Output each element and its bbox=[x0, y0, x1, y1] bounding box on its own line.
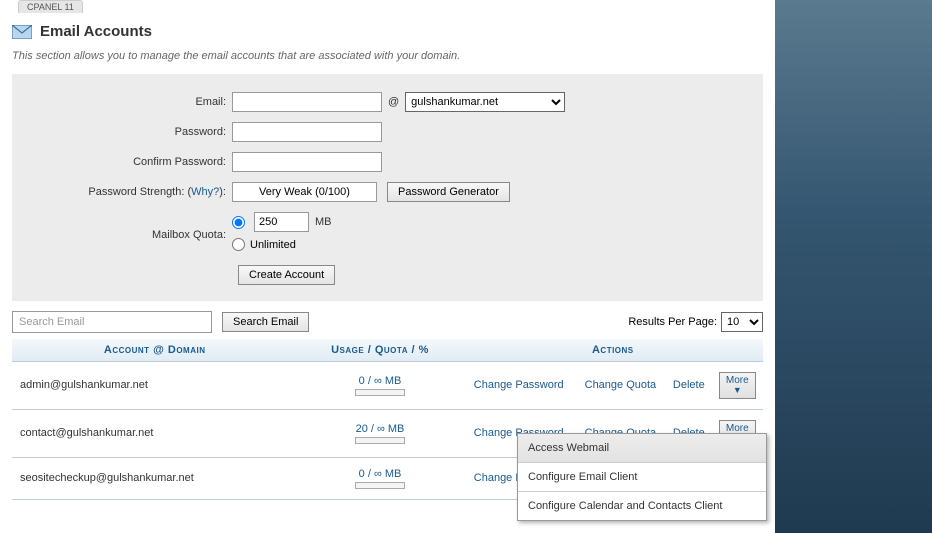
quota-size-input[interactable] bbox=[254, 212, 309, 232]
mail-icon bbox=[12, 25, 32, 39]
usage-meter bbox=[355, 389, 405, 396]
intro-text: This section allows you to manage the em… bbox=[6, 46, 769, 74]
quota-unlimited-label: Unlimited bbox=[250, 239, 296, 251]
domain-select[interactable]: gulshankumar.net bbox=[405, 92, 565, 112]
main-panel: CPANEL 11 Email Accounts This section al… bbox=[0, 0, 775, 533]
quota-unit: MB bbox=[315, 216, 332, 228]
change-password-link[interactable]: Change Password bbox=[474, 378, 564, 392]
create-account-button[interactable]: Create Account bbox=[238, 265, 335, 285]
confirm-password-input[interactable] bbox=[232, 152, 382, 172]
chevron-down-icon: ▼ bbox=[726, 386, 749, 396]
col-account[interactable]: Account @ Domain bbox=[12, 339, 297, 362]
more-dropdown: Access Webmail Configure Email Client Co… bbox=[517, 433, 767, 521]
table-row: admin@gulshankumar.net 0 / ∞ MB Change P… bbox=[12, 362, 763, 410]
usage-cell: 20 / ∞ MB bbox=[297, 409, 462, 457]
delete-link[interactable]: Delete bbox=[673, 378, 705, 392]
strength-label: Password Strength: (Why?): bbox=[22, 186, 232, 198]
more-button[interactable]: More▼ bbox=[719, 372, 756, 399]
strength-meter: Very Weak (0/100) bbox=[232, 182, 377, 202]
page-title: Email Accounts bbox=[40, 23, 152, 40]
account-cell: seositecheckup@gulshankumar.net bbox=[12, 457, 297, 499]
confirm-password-label: Confirm Password: bbox=[22, 156, 232, 168]
search-email-input[interactable] bbox=[12, 311, 212, 333]
password-generator-button[interactable]: Password Generator bbox=[387, 182, 510, 202]
email-input[interactable] bbox=[232, 92, 382, 112]
col-usage[interactable]: Usage / Quota / % bbox=[297, 339, 462, 362]
col-actions: Actions bbox=[463, 339, 763, 362]
at-symbol: @ bbox=[388, 96, 399, 108]
usage-cell: 0 / ∞ MB bbox=[297, 457, 462, 499]
cpanel-tab: CPANEL 11 bbox=[18, 0, 83, 13]
quota-label: Mailbox Quota: bbox=[22, 229, 232, 241]
usage-cell: 0 / ∞ MB bbox=[297, 362, 462, 410]
dropdown-configure-email-client[interactable]: Configure Email Client bbox=[518, 463, 766, 492]
usage-meter bbox=[355, 482, 405, 489]
results-per-page-select[interactable]: 10 bbox=[721, 312, 763, 332]
usage-meter bbox=[355, 437, 405, 444]
search-bar: Search Email Results Per Page: 10 bbox=[12, 311, 763, 333]
account-cell: contact@gulshankumar.net bbox=[12, 409, 297, 457]
search-email-button[interactable]: Search Email bbox=[222, 312, 309, 332]
email-label: Email: bbox=[22, 96, 232, 108]
dropdown-access-webmail[interactable]: Access Webmail bbox=[518, 434, 766, 463]
dropdown-configure-calendar[interactable]: Configure Calendar and Contacts Client bbox=[518, 492, 766, 520]
side-panel bbox=[775, 0, 932, 533]
page-header: Email Accounts bbox=[6, 13, 769, 46]
quota-size-radio[interactable] bbox=[232, 216, 245, 229]
create-account-form: Email: @ gulshankumar.net Password: Conf… bbox=[12, 74, 763, 301]
account-cell: admin@gulshankumar.net bbox=[12, 362, 297, 410]
password-input[interactable] bbox=[232, 122, 382, 142]
change-quota-link[interactable]: Change Quota bbox=[585, 378, 657, 392]
quota-unlimited-radio[interactable] bbox=[232, 238, 245, 251]
password-label: Password: bbox=[22, 126, 232, 138]
results-per-page-label: Results Per Page: bbox=[628, 316, 717, 328]
why-link[interactable]: Why? bbox=[191, 186, 219, 198]
